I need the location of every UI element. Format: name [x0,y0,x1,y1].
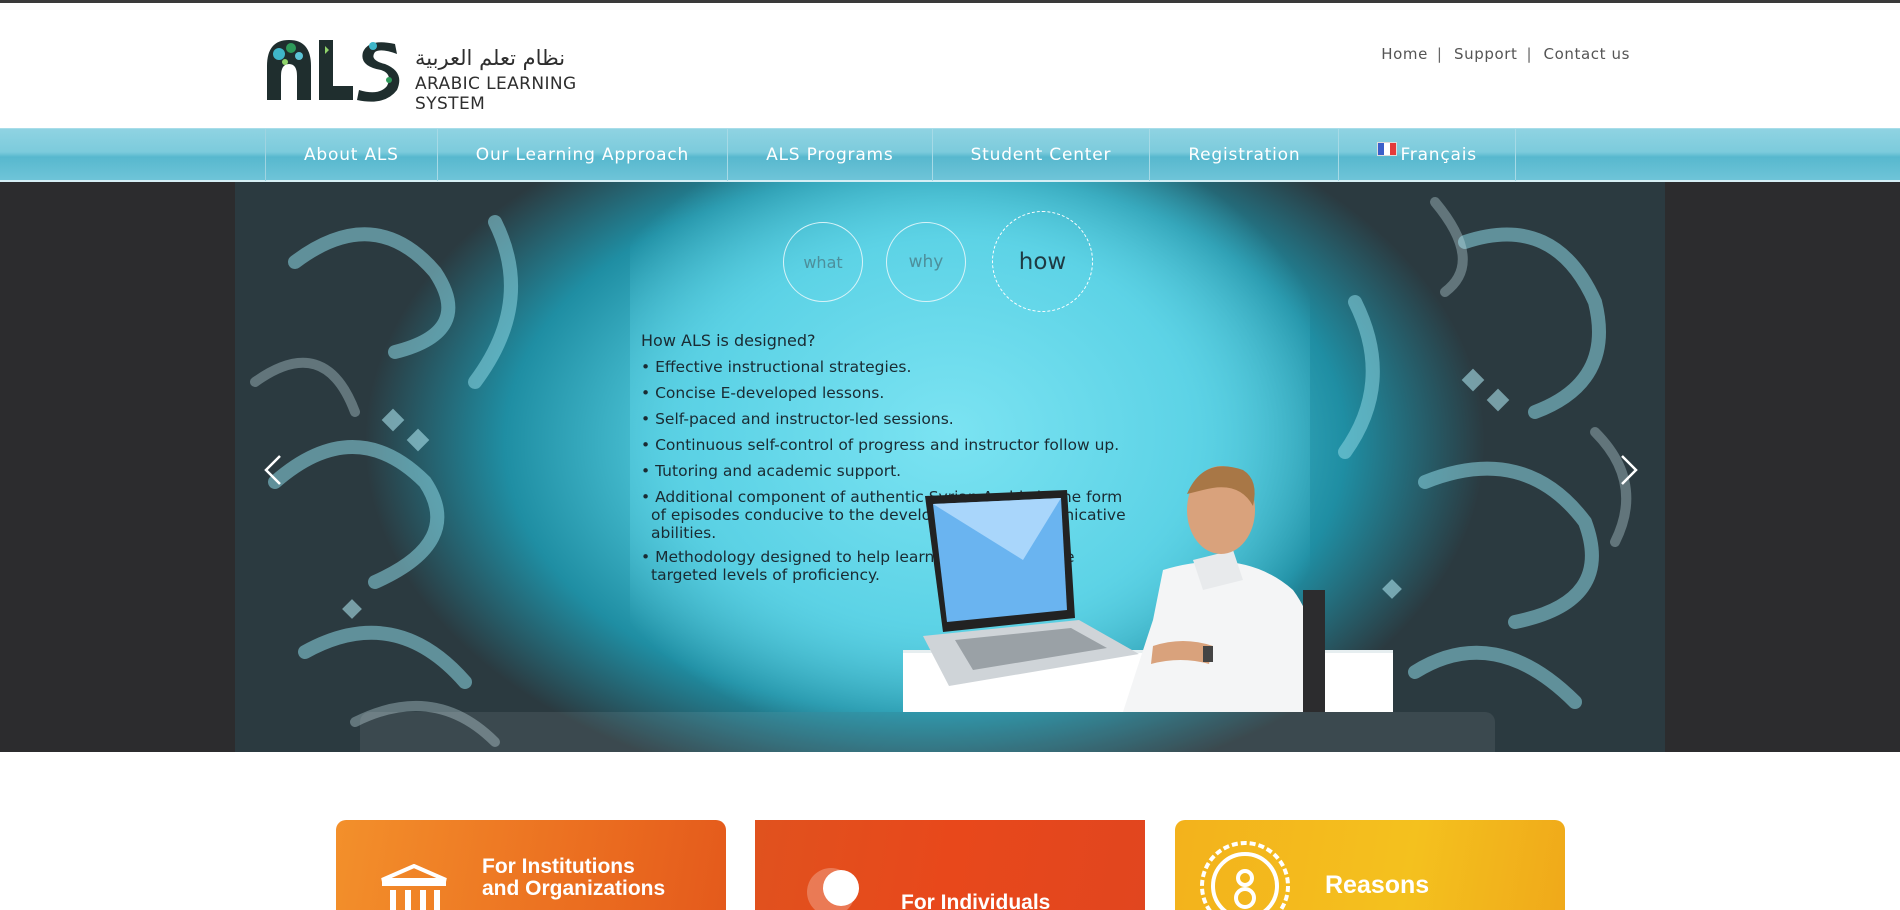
chevron-left-icon [264,455,281,485]
nav-item-label: Student Center [970,145,1112,165]
nav-item-label: Our Learning Approach [475,145,690,165]
tab-why[interactable]: why [886,222,966,302]
slide: what why how How ALS is designed? • Effe… [235,182,1665,752]
slider-next-button[interactable] [1614,450,1644,490]
slide-heading: How ALS is designed? [641,331,816,350]
als-logo-mark-icon [267,40,400,102]
slider-caption-bar [360,712,1495,752]
site-header: نظام تعلم العربية ARABIC LEARNING SYSTEM… [0,3,1900,127]
nav-item-label: About ALS [304,145,399,165]
institution-icon [381,864,447,910]
nav-item-registration[interactable]: Registration [1150,129,1340,181]
tab-how[interactable]: how [992,211,1093,312]
individuals-box[interactable]: For Individuals [755,820,1145,910]
feature-title: Reasons [1325,871,1430,899]
feature-boxes: For Institutions and Organizations For I… [0,752,1900,910]
feature-title: For Institutions and Organizations [482,856,665,900]
feature-title: For Individuals [901,892,1050,910]
feature-title-line: Reasons [1325,871,1430,899]
feature-title-line: For Individuals [901,891,1051,910]
separator: | [1526,45,1532,63]
hero-slider: what why how How ALS is designed? • Effe… [0,182,1900,752]
tab-label: what [803,252,843,272]
reasons-box[interactable]: Reasons [1175,820,1565,910]
tab-label: how [1018,248,1067,275]
bullet-item: • Self-paced and instructor-led sessions… [641,410,954,428]
man-with-laptop-photo [903,466,1393,712]
logo-arabic-text: نظام تعلم العربية [415,46,566,70]
chevron-right-icon [1621,455,1638,485]
nav-item-label: Registration [1188,145,1301,165]
top-links: Home | Support | Contact us [1381,45,1630,63]
site-logo[interactable]: نظام تعلم العربية ARABIC LEARNING SYSTEM [265,36,645,114]
chat-bubble-icon [807,868,859,910]
home-link[interactable]: Home [1381,45,1428,63]
nav-item-francais[interactable]: Français [1339,129,1516,181]
nav-item-als-programs[interactable]: ALS Programs [728,129,933,181]
feature-title-line: and Organizations [482,877,666,900]
support-link[interactable]: Support [1454,45,1518,63]
contact-us-link[interactable]: Contact us [1544,45,1630,63]
institutions-box[interactable]: For Institutions and Organizations [336,820,726,910]
nav-item-label: Français [1400,145,1477,165]
nav-item-learning-approach[interactable]: Our Learning Approach [438,129,729,181]
nav-item-label: ALS Programs [766,145,894,165]
nav-item-student-center[interactable]: Student Center [933,129,1151,181]
tab-label: why [908,252,944,272]
nav-list: About ALS Our Learning Approach ALS Prog… [265,129,1516,181]
nav-item-about-als[interactable]: About ALS [266,129,438,181]
french-flag-icon [1377,142,1398,156]
bullet-item: • Effective instructional strategies. [641,358,912,376]
separator: | [1436,45,1442,63]
main-nav: About ALS Our Learning Approach ALS Prog… [0,128,1900,182]
logo-english-text: ARABIC LEARNING SYSTEM [415,74,577,114]
slider-prev-button[interactable] [258,450,288,490]
tab-what[interactable]: what [783,222,863,302]
feature-title-line: For Institutions [482,855,635,878]
bullet-item: • Concise E-developed lessons. [641,384,885,402]
